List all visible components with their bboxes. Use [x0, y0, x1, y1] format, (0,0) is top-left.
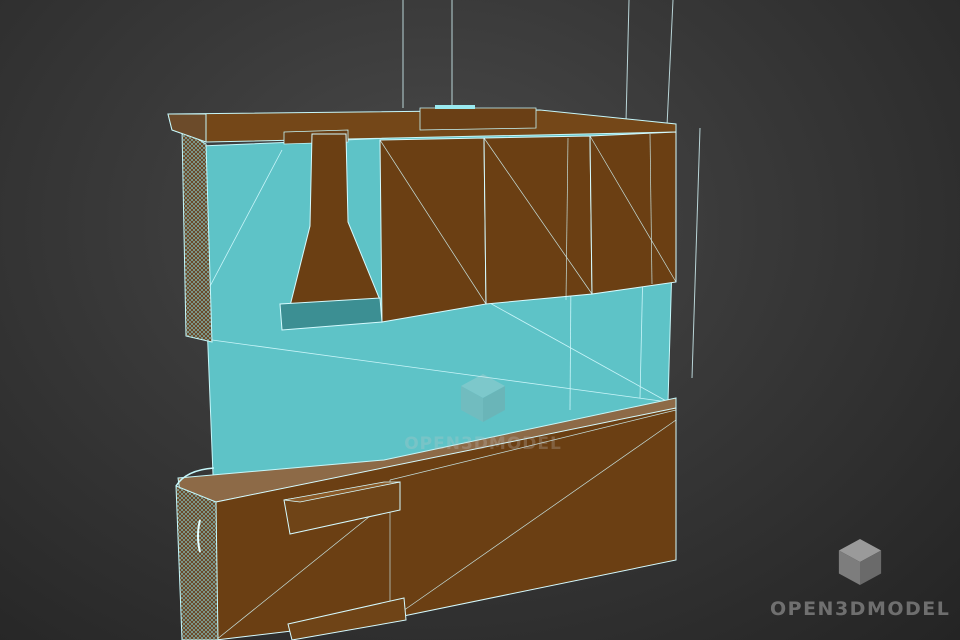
watermark-corner-text: OPEN3DMODEL	[770, 598, 951, 620]
upper-cabinet-left	[379, 137, 487, 323]
left-lower-pilaster	[175, 485, 219, 640]
cube-logo-icon	[838, 538, 882, 586]
upper-cabinet-right	[589, 131, 677, 295]
watermark-corner: OPEN3DMODEL	[770, 536, 950, 632]
watermark-center-text: OPEN3DMODEL	[404, 434, 562, 454]
cube-logo-icon	[461, 374, 505, 422]
watermark-center: OPEN3DMODEL	[398, 372, 568, 462]
viewport-3d[interactable]: OPEN3DMODEL OPEN3DMODEL	[0, 0, 960, 640]
